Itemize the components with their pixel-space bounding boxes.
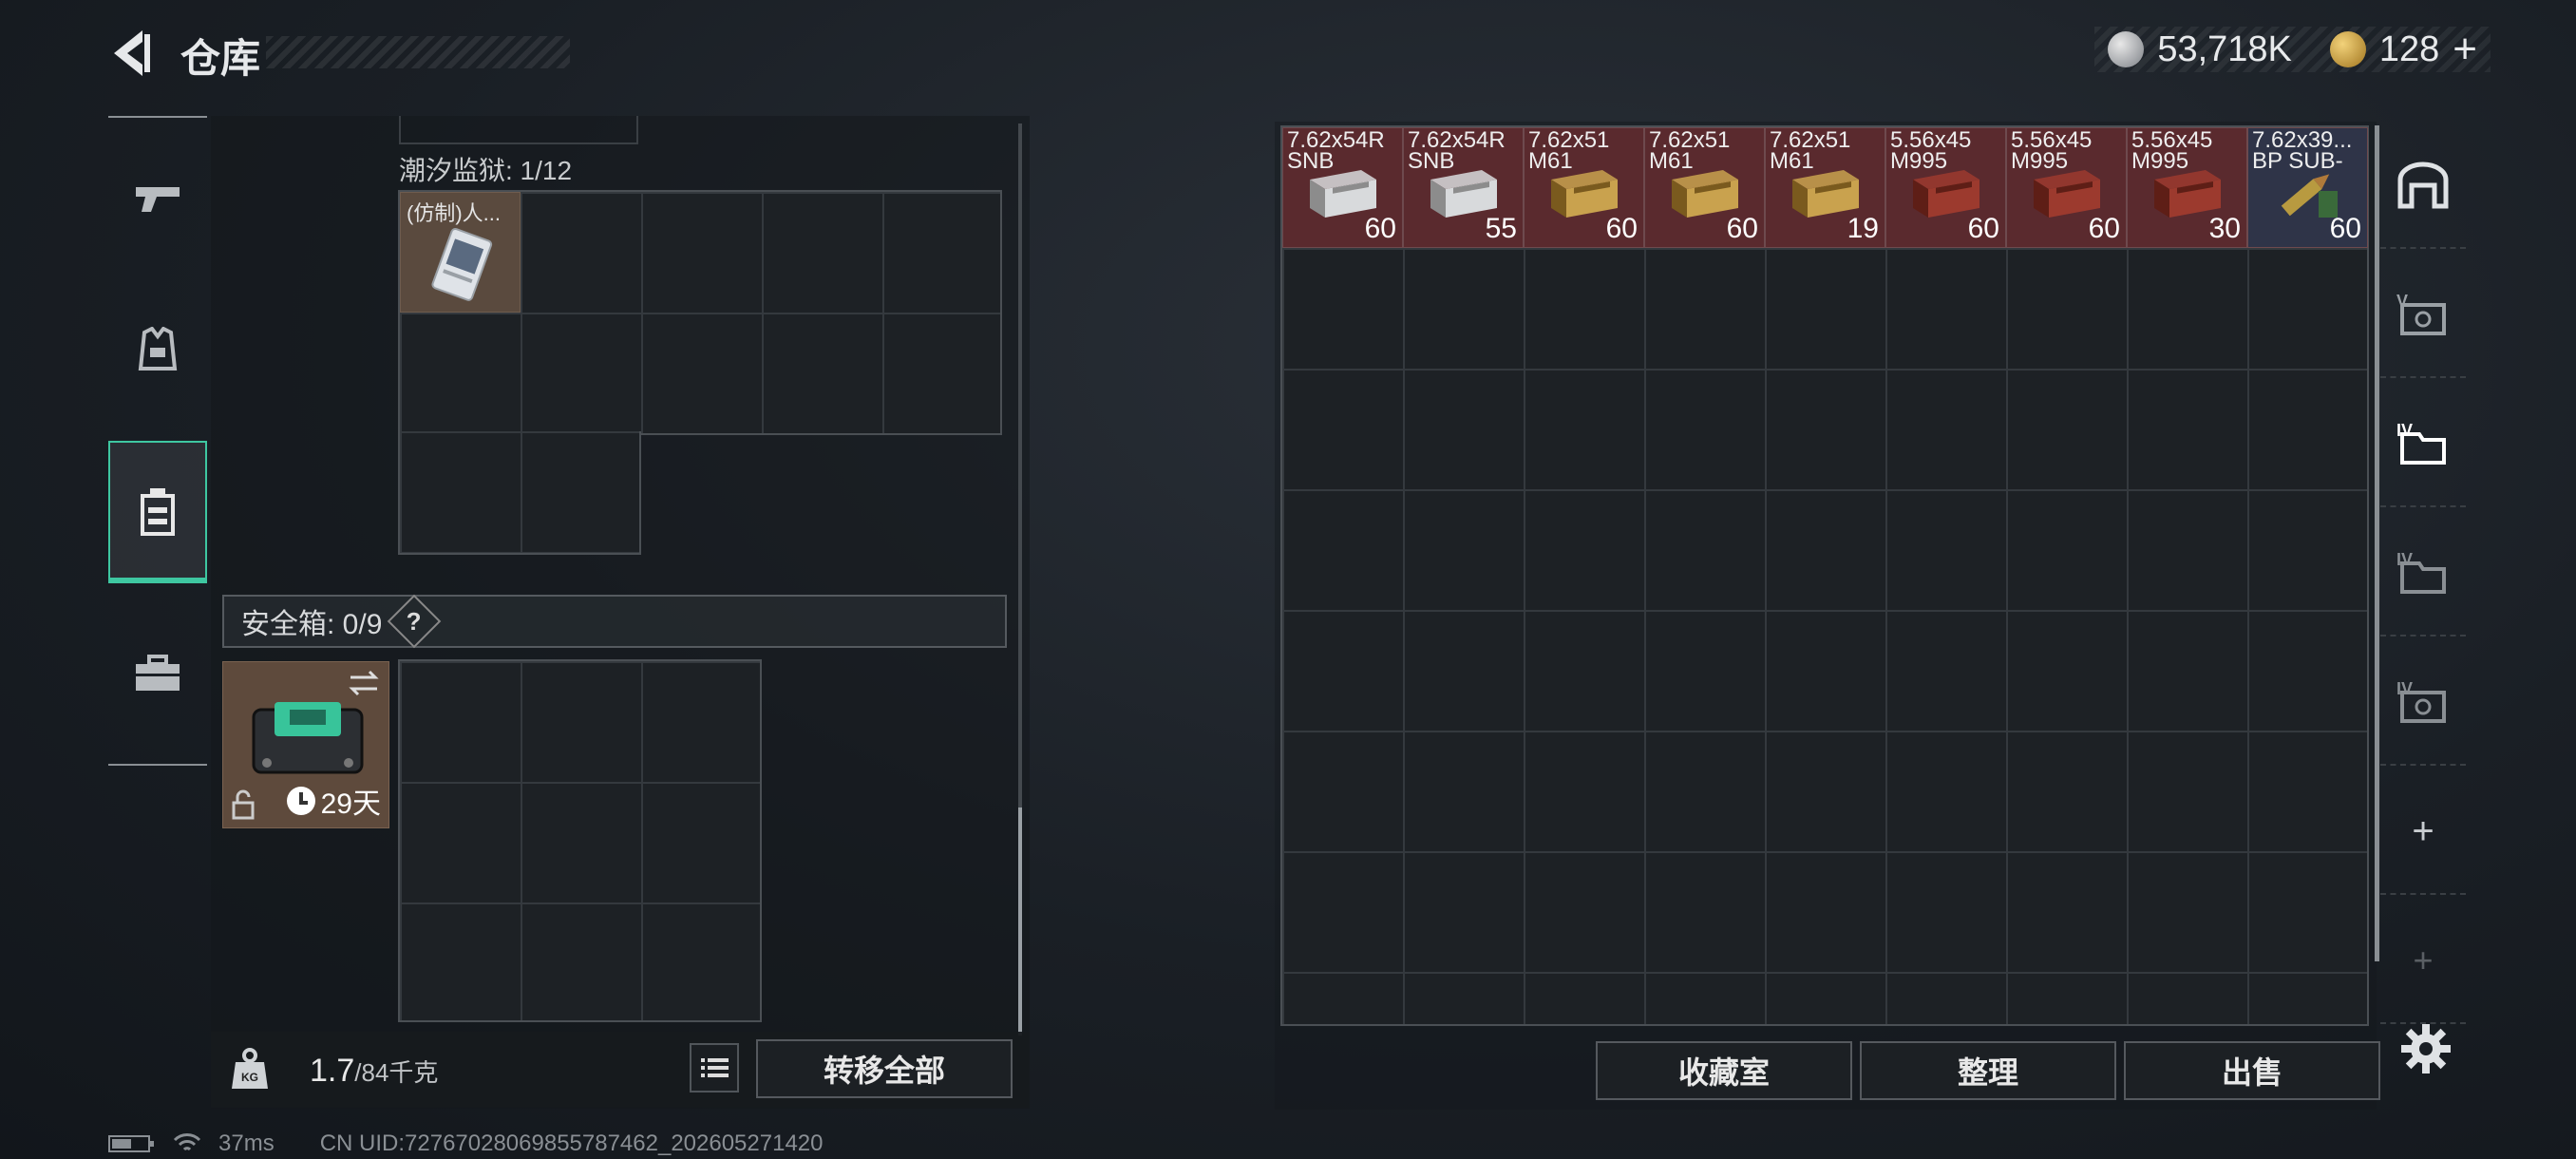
warehouse-scrollbar[interactable] bbox=[2375, 125, 2379, 961]
ammo-count: 60 bbox=[1605, 213, 1638, 244]
page-title: 仓库 bbox=[180, 36, 261, 81]
silver-balance: 53,718K bbox=[2157, 28, 2292, 69]
svg-text:IV: IV bbox=[2396, 550, 2413, 569]
user-uid: CN UID:727670280698557874​62_20260527142… bbox=[319, 1130, 824, 1156]
ammo-item[interactable]: 7.62x51 M61 60 bbox=[1644, 127, 1765, 248]
safe-tier-iv-icon: IV bbox=[2396, 679, 2446, 723]
arch-icon bbox=[2397, 162, 2449, 209]
inventory-item[interactable]: (仿制)人... bbox=[400, 192, 521, 313]
ammo-item[interactable]: 7.62x51 M61 19 bbox=[1765, 127, 1885, 248]
backpack-grid-bottom[interactable] bbox=[398, 431, 641, 555]
ammo-item[interactable]: 5.56x45 M995 30 bbox=[2127, 127, 2247, 248]
gun-icon bbox=[136, 187, 180, 212]
weight-readout: 1.7/84千克 bbox=[310, 1053, 438, 1090]
ammo-item[interactable]: 7.62x54R SNB 55 bbox=[1403, 127, 1524, 248]
safe-box-header: 安全箱: 0/9 ? bbox=[222, 594, 1007, 649]
ammo-count: 60 bbox=[2088, 213, 2120, 244]
category-sidebar bbox=[108, 116, 207, 766]
collection-room-button[interactable]: 收藏室 bbox=[1596, 1041, 1852, 1100]
back-arrow-icon[interactable] bbox=[106, 27, 154, 80]
ammo-name: 5.56x45 M995 bbox=[1890, 127, 1972, 174]
safe-box-item[interactable]: 29天 bbox=[222, 661, 389, 828]
ammo-item[interactable]: 7.62x54R SNB 60 bbox=[1282, 127, 1403, 248]
weight-icon: KG bbox=[232, 1048, 268, 1089]
ammo-name: 7.62x54R SNB bbox=[1408, 127, 1506, 174]
sort-button[interactable]: 整理 bbox=[1860, 1041, 2116, 1100]
settings-gear-icon[interactable] bbox=[2399, 1022, 2453, 1075]
warehouse-grid[interactable] bbox=[1280, 125, 2369, 1026]
vest-icon bbox=[138, 327, 178, 370]
tab-warehouse-v[interactable]: V bbox=[2380, 253, 2466, 378]
category-backpack[interactable] bbox=[108, 441, 207, 583]
ammo-count: 60 bbox=[1726, 213, 1758, 244]
warehouse-tabs: V IV IV IV + + bbox=[2380, 124, 2466, 1024]
backpack-icon bbox=[141, 488, 175, 536]
loadout-scrollbar-thumb[interactable] bbox=[1018, 808, 1022, 1036]
ammo-item[interactable]: 7.62x51 M61 60 bbox=[1524, 127, 1644, 248]
weight-max: /84千克 bbox=[354, 1058, 439, 1087]
previous-slot-edge bbox=[399, 116, 638, 144]
category-weapons[interactable] bbox=[108, 127, 207, 270]
ammo-count: 60 bbox=[1967, 213, 1999, 244]
add-currency-button[interactable]: + bbox=[2453, 26, 2477, 73]
help-button[interactable]: ? bbox=[388, 594, 442, 649]
svg-text:IV: IV bbox=[2396, 421, 2413, 440]
days-remaining: 29天 bbox=[320, 788, 381, 820]
status-bar: 37ms CN UID:727670280698557874​62_202605… bbox=[108, 1130, 824, 1157]
list-icon bbox=[701, 1058, 729, 1077]
category-case[interactable] bbox=[108, 602, 207, 745]
folder-tier-iv-icon: IV bbox=[2396, 421, 2446, 465]
title-decoration bbox=[266, 36, 570, 68]
ammo-name: 7.62x39... BP SUB- bbox=[2252, 127, 2353, 174]
ping-readout: 37ms bbox=[218, 1130, 275, 1156]
ammo-count: 60 bbox=[1364, 213, 1396, 244]
ammo-name: 7.62x54R SNB bbox=[1287, 127, 1385, 174]
swap-icon[interactable] bbox=[347, 670, 381, 696]
safe-tier-v-icon: V bbox=[2396, 292, 2446, 335]
add-tab-button[interactable]: + bbox=[2380, 770, 2466, 895]
sell-button[interactable]: 出售 bbox=[2124, 1041, 2380, 1100]
wifi-icon bbox=[173, 1133, 201, 1151]
ammo-name: 5.56x45 M995 bbox=[2011, 127, 2093, 174]
gold-balance: 128 bbox=[2378, 28, 2440, 69]
ammo-item[interactable]: 5.56x45 M995 60 bbox=[2006, 127, 2127, 248]
safe-case-icon bbox=[252, 702, 364, 774]
svg-text:KG: KG bbox=[241, 1071, 258, 1084]
ammo-count: 30 bbox=[2208, 213, 2241, 244]
ammo-count: 55 bbox=[1485, 213, 1517, 244]
container-capacity-label: 潮汐监狱: 1/12 bbox=[399, 156, 573, 185]
briefcase-icon bbox=[136, 655, 180, 691]
ammo-name: 7.62x51 M61 bbox=[1649, 127, 1731, 174]
ammo-name: 5.56x45 M995 bbox=[2131, 127, 2213, 174]
tab-all[interactable] bbox=[2380, 124, 2466, 249]
transfer-all-button[interactable]: 转移全部 bbox=[756, 1039, 1013, 1098]
tab-warehouse-iv-b[interactable]: IV bbox=[2380, 511, 2466, 636]
tab-warehouse-iv-a[interactable]: IV bbox=[2380, 382, 2466, 507]
currency-bar: 53,718K 128 + bbox=[2094, 26, 2491, 73]
card-item-icon bbox=[431, 227, 493, 301]
weight-current: 1.7 bbox=[310, 1053, 355, 1089]
ammo-row: 7.62x54R SNB 60 7.62x54R SNB 55 7.62x51 M61 6… bbox=[1282, 127, 2368, 248]
expiry-timer: 29天 bbox=[286, 780, 381, 822]
tab-warehouse-iv-c[interactable]: IV bbox=[2380, 640, 2466, 766]
item-name: (仿制)人... bbox=[407, 201, 501, 225]
ammo-name: 7.62x51 M61 bbox=[1770, 127, 1851, 174]
ammo-name: 7.62x51 M61 bbox=[1528, 127, 1610, 174]
gold-coin-icon bbox=[2329, 31, 2366, 67]
clock-icon bbox=[286, 787, 315, 815]
folder-tier-iv-icon: IV bbox=[2396, 550, 2446, 594]
battery-icon bbox=[108, 1135, 154, 1152]
add-tab-disabled: + bbox=[2380, 899, 2466, 1024]
safe-box-capacity: 安全箱: 0/9 bbox=[241, 609, 383, 640]
ammo-count: 19 bbox=[1847, 213, 1879, 244]
ammo-count: 60 bbox=[2329, 213, 2361, 244]
lock-icon bbox=[232, 789, 255, 820]
category-armor[interactable] bbox=[108, 279, 207, 422]
ammo-item[interactable]: 5.56x45 M995 60 bbox=[1885, 127, 2006, 248]
ammo-item[interactable]: 7.62x39... BP SUB- 60 bbox=[2247, 127, 2368, 248]
safe-box-grid[interactable] bbox=[398, 659, 762, 1022]
list-view-button[interactable] bbox=[690, 1043, 739, 1092]
svg-text:IV: IV bbox=[2396, 679, 2413, 698]
silver-coin-icon bbox=[2108, 31, 2145, 67]
